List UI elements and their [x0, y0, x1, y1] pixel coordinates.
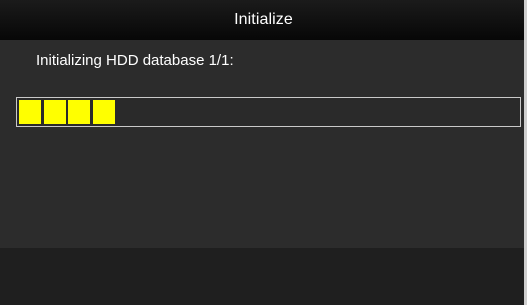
progress-segment: [92, 100, 115, 124]
initialization-progress-bar: [16, 97, 521, 127]
dialog-body: Initializing HDD database 1/1:: [0, 40, 527, 248]
initialization-status-text: Initializing HDD database 1/1:: [36, 52, 234, 69]
progress-track: [19, 100, 518, 124]
dialog-footer: [0, 248, 527, 305]
dialog-titlebar: Initialize: [0, 0, 527, 40]
progress-segment: [19, 100, 41, 124]
dialog-title: Initialize: [234, 11, 293, 28]
progress-segment: [43, 100, 66, 124]
initialize-dialog: Initialize Initializing HDD database 1/1…: [0, 0, 527, 305]
progress-segment: [68, 100, 90, 124]
